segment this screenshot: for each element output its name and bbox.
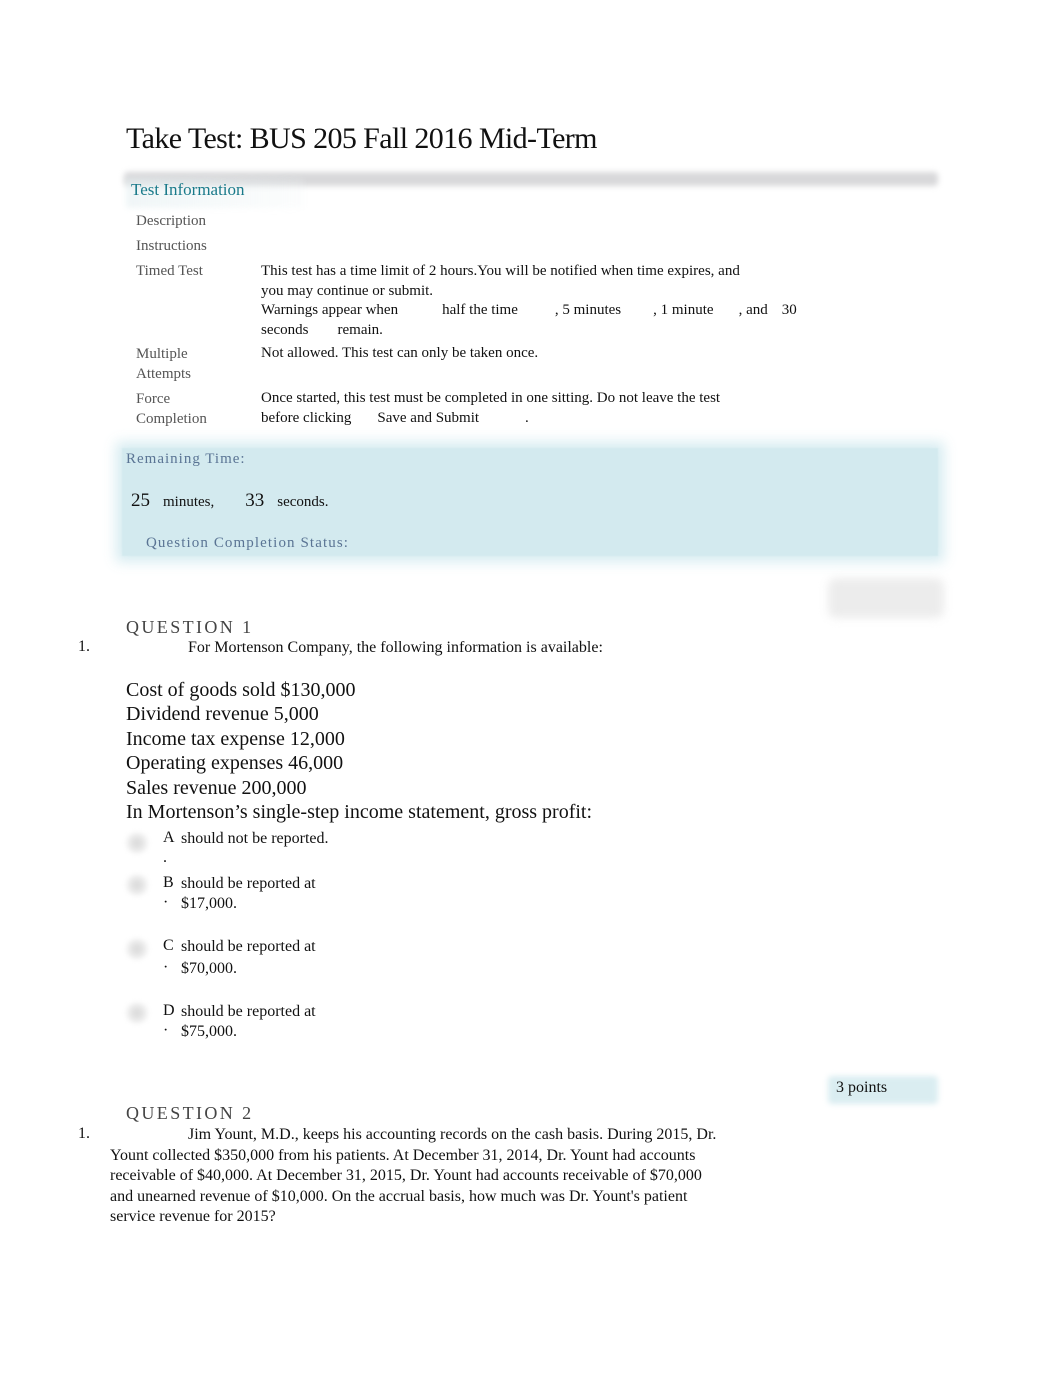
page-title: Take Test: BUS 205 Fall 2016 Mid-Term: [126, 122, 598, 155]
question-2-number: 1.: [78, 1125, 90, 1142]
remaining-time-readout: 25 minutes, 33 seconds.: [131, 490, 329, 512]
multiple-attempts-value: Not allowed. This test can only be taken…: [261, 345, 539, 361]
save-and-submit-reference: Save and Submit: [377, 409, 480, 426]
question-2-text-line: Yount collected $350,000 from his patien…: [110, 1146, 696, 1164]
warning-5-minutes: , 5 minutes: [554, 302, 622, 318]
question-1-intro: For Mortenson Company, the following inf…: [188, 639, 603, 656]
option-b-radio[interactable]: [124, 874, 150, 896]
option-a-text[interactable]: should not be reported.: [181, 829, 381, 849]
timed-test-line-2: you may continue or submit.: [261, 282, 434, 299]
warning-half-time: half the time: [442, 302, 518, 318]
force-completion-label-line-2: Completion: [136, 411, 207, 427]
option-d-text-line-1: should be reported at: [181, 1003, 316, 1020]
minutes-value: 25: [131, 490, 150, 511]
question-1-data-line: Cost of goods sold $130,000: [126, 679, 356, 701]
question-1-data-line: Operating expenses 46,000: [126, 752, 344, 774]
description-label: Description: [136, 213, 206, 229]
timed-test-line-1: This test has a time limit of 2 hours.Yo…: [261, 263, 740, 279]
force-completion-prefix: before clicking: [261, 409, 352, 426]
warning-30: 30: [781, 302, 797, 318]
option-c-radio[interactable]: [124, 938, 150, 960]
question-2-text-line: and unearned revenue of $10,000. On the …: [110, 1187, 688, 1205]
question-2-points: 3 points: [836, 1079, 888, 1096]
question-2-text: Jim Yount, M.D., keeps his accounting re…: [110, 1125, 790, 1228]
option-d-dot: ·: [163, 1022, 169, 1039]
option-d-letter: D: [163, 1002, 175, 1019]
warning-seconds: seconds: [261, 321, 309, 338]
question-2-text-line: Jim Yount, M.D., keeps his accounting re…: [188, 1126, 717, 1143]
remaining-time-label: Remaining Time:: [126, 451, 246, 467]
force-completion-value: Once started, this test must be complete…: [261, 389, 851, 428]
option-d-text[interactable]: should be reported at $75,000.: [181, 1002, 381, 1042]
option-b-letter: B: [163, 874, 174, 891]
question-2-text-line: receivable of $40,000. At December 31, 2…: [110, 1167, 702, 1184]
multiple-attempts-label-line-1: Multiple: [136, 346, 188, 362]
question-completion-status-label[interactable]: Question Completion Status:: [146, 535, 349, 552]
force-completion-line-2: before clicking Save and Submit.: [261, 409, 851, 429]
force-completion-label: Force Completion: [136, 389, 207, 429]
timed-test-value: This test has a time limit of 2 hours.Yo…: [261, 262, 851, 340]
option-c-dot: ·: [163, 959, 169, 976]
instructions-label: Instructions: [136, 238, 207, 254]
option-c-text-line-1: should be reported at: [181, 938, 316, 955]
question-1-prompt: In Mortenson’s single-step income statem…: [126, 801, 593, 823]
warnings-line: Warnings appear when half the time , 5 min…: [261, 301, 851, 321]
warning-and: , and: [738, 302, 768, 318]
question-1-data-line: Dividend revenue 5,000: [126, 703, 319, 725]
force-completion-suffix: .: [525, 409, 529, 426]
minutes-unit: minutes,: [163, 494, 215, 510]
save-all-answers-button[interactable]: [832, 582, 940, 614]
option-d-text-line-2: $75,000.: [181, 1023, 237, 1040]
option-c-text-line-2: $70,000.: [181, 960, 237, 977]
force-completion-label-line-1: Force: [136, 391, 171, 407]
option-b-text-line-1: should be reported at: [181, 875, 316, 892]
option-c-text[interactable]: should be reported at $70,000.: [181, 937, 381, 979]
option-b-dot: ·: [163, 894, 169, 911]
seconds-value: 33: [245, 490, 265, 511]
option-c-letter: C: [163, 937, 174, 954]
option-a-letter: A: [163, 829, 175, 846]
timed-test-label: Timed Test: [136, 263, 203, 279]
force-completion-line-1: Once started, this test must be complete…: [261, 390, 721, 406]
multiple-attempts-label: Multiple Attempts: [136, 344, 191, 384]
warning-remain: remain.: [337, 321, 383, 338]
question-1-data-line: Sales revenue 200,000: [126, 777, 307, 799]
question-1-heading: QUESTION 1: [126, 617, 254, 637]
option-b-text[interactable]: should be reported at $17,000.: [181, 874, 381, 914]
option-b-text-line-2: $17,000.: [181, 895, 237, 912]
seconds-unit: seconds.: [277, 494, 329, 510]
question-1-data-line: Income tax expense 12,000: [126, 728, 345, 750]
question-2-heading: QUESTION 2: [126, 1103, 254, 1123]
option-a-text-line-1: should not be reported.: [181, 830, 329, 847]
warnings-line-2: seconds remain.: [261, 321, 851, 341]
option-a-radio[interactable]: [124, 832, 150, 854]
multiple-attempts-label-line-2: Attempts: [136, 366, 191, 382]
option-d-radio[interactable]: [124, 1002, 150, 1024]
warning-1-minute: , 1 minute: [653, 302, 714, 318]
question-2-text-line: service revenue for 2015?: [110, 1208, 276, 1225]
test-info-header[interactable]: Test Information: [131, 180, 245, 200]
warnings-prefix: Warnings appear when: [261, 302, 399, 318]
question-1-number: 1.: [78, 638, 90, 655]
option-a-dot: .: [163, 849, 167, 866]
